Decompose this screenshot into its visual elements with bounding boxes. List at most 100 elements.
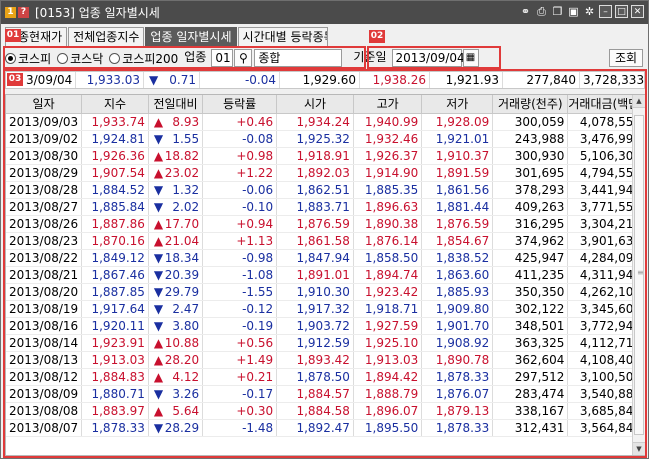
table-row[interactable]: 2013/09/02 1,924.81 ▼ 1.55 -0.08 1,925.32 1,93…	[6, 130, 645, 148]
column-header[interactable]: 고가	[353, 95, 423, 114]
column-header[interactable]: 일자	[6, 95, 83, 114]
column-header[interactable]: 지수	[81, 95, 149, 114]
base-date-input[interactable]: 2013/09/04	[391, 49, 465, 67]
cell-change-value: 10.88	[164, 335, 200, 350]
cell-index: 1,849.12	[81, 249, 149, 267]
column-header[interactable]: 거래량(천주)	[492, 95, 569, 114]
cell-change: ▲ 21.04	[148, 232, 204, 250]
cell-date: 2013/09/02	[6, 130, 83, 148]
cell-low: 1,881.44	[421, 198, 494, 216]
radio-empty-icon[interactable]	[109, 52, 121, 64]
search-icon[interactable]: ⚲	[234, 49, 253, 67]
close-icon[interactable]: ✕	[631, 5, 644, 18]
restore-icon[interactable]: □	[615, 5, 628, 18]
cell-rate: -1.08	[202, 266, 278, 284]
table-row[interactable]: 2013/08/26 1,887.86 ▲ 17.70 +0.94 1,876.59 1,8…	[6, 215, 645, 233]
vertical-scrollbar[interactable]: ▲ ≡ ▼	[632, 95, 645, 455]
cell-change: ▼ 1.32	[148, 181, 204, 199]
down-arrow-icon: ▼	[153, 182, 164, 197]
cell-high: 1,914.90	[353, 164, 423, 182]
table-row[interactable]: 2013/08/20 1,887.85 ▼ 29.79 -1.55 1,910.30 1,9…	[6, 283, 645, 301]
cell-low: 1,890.78	[421, 351, 494, 369]
cell-low: 1,891.59	[421, 164, 494, 182]
scroll-up-icon[interactable]: ▲	[633, 95, 645, 108]
table-row[interactable]: 2013/08/21 1,867.46 ▼ 20.39 -1.08 1,891.01 1,8…	[6, 266, 645, 284]
save-icon[interactable]: ▣	[567, 5, 580, 18]
cell-date: 2013/08/30	[6, 147, 83, 165]
cell-rate: -0.08	[202, 130, 278, 148]
market-radio-kospi[interactable]: 코스피	[5, 50, 51, 67]
cell-date: 2013/08/26	[6, 215, 83, 233]
cell-change-value: 23.02	[164, 165, 200, 180]
down-arrow-icon: ▼	[153, 318, 164, 333]
cell-rate: -0.12	[202, 300, 278, 318]
scrollbar-thumb[interactable]: ≡	[634, 115, 644, 435]
cell-change: ▲ 17.70	[148, 215, 204, 233]
table-row[interactable]: 2013/08/29 1,907.54 ▲ 23.02 +1.22 1,892.03 1,9…	[6, 164, 645, 182]
table-row[interactable]: 2013/08/27 1,885.84 ▼ 2.02 -0.10 1,883.71 1,89…	[6, 198, 645, 216]
cell-high: 1,895.50	[353, 419, 423, 437]
market-radio-kosdaq[interactable]: 코스닥	[57, 50, 103, 67]
sector-code-input[interactable]: 01	[211, 49, 234, 67]
cell-open: 1,917.32	[276, 300, 354, 318]
tab-sector-daily[interactable]: 업종 일자별시세	[145, 27, 237, 46]
table-row[interactable]: 2013/08/22 1,849.12 ▼ 18.34 -0.98 1,847.94 1,8…	[6, 249, 645, 267]
table-row[interactable]: 2013/08/14 1,923.91 ▲ 10.88 +0.56 1,912.59 1,9…	[6, 334, 645, 352]
table-row[interactable]: 2013/08/19 1,917.64 ▼ 2.47 -0.12 1,917.32 1,91…	[6, 300, 645, 318]
radio-selected-icon[interactable]	[5, 52, 16, 64]
cell-index: 1,913.03	[81, 351, 149, 369]
cell-high: 1,894.74	[353, 266, 423, 284]
table-row[interactable]: 2013/08/30 1,926.36 ▲ 18.82 +0.98 1,918.91 1,9…	[6, 147, 645, 165]
cell-date: 2013/08/28	[6, 181, 83, 199]
cell-rate: +0.94	[202, 215, 278, 233]
tab-all-sector-index[interactable]: 전체업종지수	[68, 27, 145, 46]
table-row[interactable]: 2013/08/13 1,913.03 ▲ 28.20 +1.49 1,893.42 1,9…	[6, 351, 645, 369]
summary-high: 1,938.26	[360, 72, 430, 88]
column-header[interactable]: 등락률	[202, 95, 278, 114]
app-window: 1 ? [0153] 업종 일자별시세 ⚭ ⎙ ❐ ▣ ✲ – □ ✕ 종현재가…	[0, 0, 649, 459]
column-header[interactable]: 저가	[421, 95, 494, 114]
cell-date: 2013/08/20	[6, 283, 83, 301]
cell-change-value: 8.93	[172, 114, 200, 129]
cell-index: 1,907.54	[81, 164, 149, 182]
cell-rate: -0.19	[202, 317, 278, 335]
cell-open: 1,925.32	[276, 130, 354, 148]
query-button[interactable]: 조회	[609, 49, 643, 67]
settings-icon[interactable]: ✲	[583, 5, 596, 18]
cell-change-value: 28.29	[164, 420, 200, 435]
table-row[interactable]: 2013/08/23 1,870.16 ▲ 21.04 +1.13 1,861.58 1,8…	[6, 232, 645, 250]
table-row[interactable]: 2013/08/16 1,920.11 ▼ 3.80 -0.19 1,903.72 1,92…	[6, 317, 645, 335]
help-icon[interactable]: ?	[18, 7, 29, 18]
summary-amount: 3,728,333	[583, 73, 645, 87]
title-bar: 1 ? [0153] 업종 일자별시세 ⚭ ⎙ ❐ ▣ ✲ – □ ✕	[1, 1, 648, 24]
copy-icon[interactable]: ❐	[551, 5, 564, 18]
table-row[interactable]: 2013/08/09 1,880.71 ▼ 3.26 -0.17 1,884.57 1,88…	[6, 385, 645, 403]
column-header[interactable]: 전일대비	[148, 95, 204, 114]
table-row[interactable]: 2013/08/28 1,884.52 ▼ 1.32 -0.06 1,862.51 1,88…	[6, 181, 645, 199]
cell-high: 1,876.14	[353, 232, 423, 250]
tab-time-advance-decline[interactable]: 시간대별 등락종목	[237, 27, 328, 46]
table-row[interactable]: 2013/09/03 1,933.74 ▲ 8.93 +0.46 1,934.24 1,94…	[6, 113, 645, 131]
print-icon[interactable]: ⎙	[535, 5, 548, 18]
calendar-icon[interactable]: ▦	[462, 49, 479, 67]
scroll-down-icon[interactable]: ▼	[633, 442, 645, 455]
cell-open: 1,891.01	[276, 266, 354, 284]
table-row[interactable]: 2013/08/07 1,878.33 ▼ 28.29 -1.48 1,892.47 1,8…	[6, 419, 645, 437]
cell-open: 1,903.72	[276, 317, 354, 335]
cell-index: 1,887.85	[81, 283, 149, 301]
cell-rate: -0.17	[202, 385, 278, 403]
cell-open: 1,912.59	[276, 334, 354, 352]
table-row[interactable]: 2013/08/08 1,883.97 ▲ 5.64 +0.30 1,884.58 1,89…	[6, 402, 645, 420]
daily-price-table[interactable]: 일자 지수 전일대비 등락률 시가 고가 저가 거래량(천주) 거래대금(백만)…	[5, 94, 646, 456]
radio-empty-icon[interactable]	[57, 52, 69, 64]
minimize-icon[interactable]: –	[599, 5, 612, 18]
cell-rate: -1.55	[202, 283, 278, 301]
table-row[interactable]: 2013/08/12 1,884.83 ▲ 4.12 +0.21 1,878.50 1,89…	[6, 368, 645, 386]
link-icon[interactable]: ⚭	[519, 5, 532, 18]
cell-low: 1,928.09	[421, 113, 494, 131]
cell-rate: +1.22	[202, 164, 278, 182]
screen-number-badge[interactable]: 1	[5, 7, 16, 18]
summary-open: 1,929.60	[280, 72, 360, 88]
column-header[interactable]: 시가	[276, 95, 354, 114]
market-radio-kospi200[interactable]: 코스피200	[109, 50, 178, 67]
